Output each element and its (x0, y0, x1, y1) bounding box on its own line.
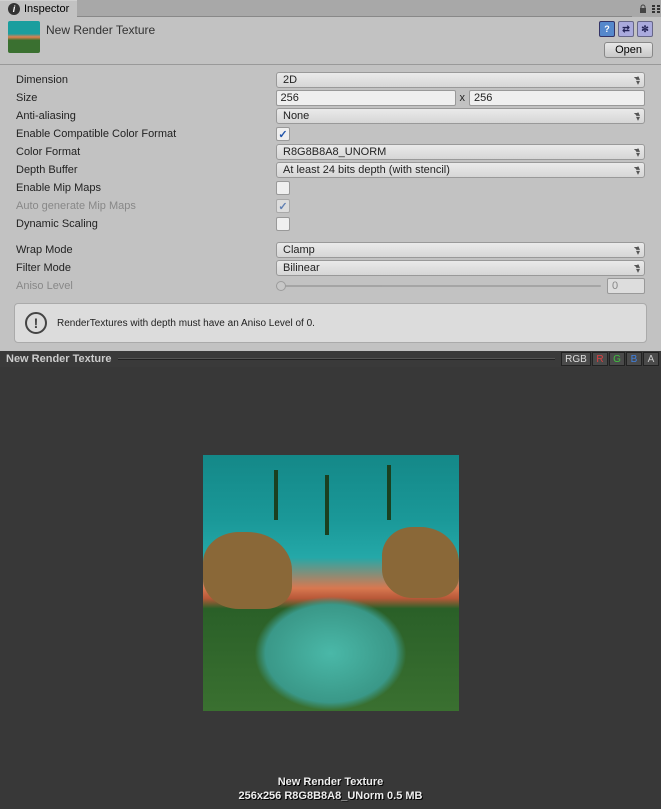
preview-footer-info: 256x256 R8G8B8A8_UNorm 0.5 MB (0, 789, 661, 803)
preview-area: New Render Texture 256x256 R8G8B8A8_UNor… (0, 367, 661, 809)
size-sep: x (460, 92, 466, 104)
channel-buttons: RGB R G B A (561, 352, 659, 366)
divider (0, 64, 661, 65)
dynamic-scaling-row: Dynamic Scaling (4, 215, 657, 233)
channel-a-button[interactable]: A (643, 352, 659, 366)
inspector-tab[interactable]: i Inspector (0, 0, 77, 17)
enable-mip-row: Enable Mip Maps (4, 179, 657, 197)
open-button[interactable]: Open (604, 42, 653, 58)
dimension-dropdown[interactable]: 2D▴▾ (276, 72, 645, 88)
size-label: Size (16, 92, 276, 104)
enable-compat-row: Enable Compatible Color Format (4, 125, 657, 143)
settings-icon[interactable]: ✼ (637, 21, 653, 37)
dynamic-scaling-label: Dynamic Scaling (16, 218, 276, 230)
panel-menu-icon[interactable] (652, 5, 655, 13)
wrap-mode-label: Wrap Mode (16, 244, 276, 256)
filter-mode-dropdown[interactable]: Bilinear▴▾ (276, 260, 645, 276)
channel-b-button[interactable]: B (626, 352, 642, 366)
info-text: RenderTextures with depth must have an A… (57, 318, 315, 329)
antialiasing-label: Anti-aliasing (16, 110, 276, 122)
wrap-mode-row: Wrap Mode Clamp▴▾ (4, 241, 657, 259)
preview-title: New Render Texture (2, 353, 112, 365)
help-icon[interactable]: ? (599, 21, 615, 37)
wrap-mode-dropdown[interactable]: Clamp▴▾ (276, 242, 645, 258)
aniso-label: Aniso Level (16, 280, 276, 292)
properties-panel: Dimension 2D▴▾ Size x Anti-aliasing None… (0, 71, 661, 295)
depth-buffer-row: Depth Buffer At least 24 bits depth (wit… (4, 161, 657, 179)
channel-g-button[interactable]: G (609, 352, 625, 366)
aniso-value (607, 278, 645, 294)
size-height-input[interactable] (469, 90, 645, 106)
enable-compat-label: Enable Compatible Color Format (16, 128, 276, 140)
dimension-label: Dimension (16, 74, 276, 86)
antialiasing-dropdown[interactable]: None▴▾ (276, 108, 645, 124)
asset-header: New Render Texture ? ⇄ ✼ Open (0, 17, 661, 62)
preset-icon[interactable]: ⇄ (618, 21, 634, 37)
filter-mode-label: Filter Mode (16, 262, 276, 274)
depth-buffer-label: Depth Buffer (16, 164, 276, 176)
enable-mip-checkbox[interactable] (276, 181, 290, 195)
warning-icon: ! (25, 312, 47, 334)
aniso-row: Aniso Level (4, 277, 657, 295)
tab-spacer (77, 0, 632, 17)
depth-buffer-dropdown[interactable]: At least 24 bits depth (with stencil)▴▾ (276, 162, 645, 178)
preview-drag-line[interactable] (118, 358, 555, 360)
tab-controls (632, 0, 661, 17)
channel-r-button[interactable]: R (592, 352, 608, 366)
size-row: Size x (4, 89, 657, 107)
tab-bar: i Inspector (0, 0, 661, 17)
dynamic-scaling-checkbox[interactable] (276, 217, 290, 231)
color-format-dropdown[interactable]: R8G8B8A8_UNORM▴▾ (276, 144, 645, 160)
tab-title: Inspector (24, 3, 69, 15)
auto-gen-mip-checkbox (276, 199, 290, 213)
auto-gen-mip-row: Auto generate Mip Maps (4, 197, 657, 215)
filter-mode-row: Filter Mode Bilinear▴▾ (4, 259, 657, 277)
auto-gen-mip-label: Auto generate Mip Maps (16, 200, 276, 212)
enable-compat-checkbox[interactable] (276, 127, 290, 141)
channel-rgb-button[interactable]: RGB (561, 352, 591, 366)
asset-name[interactable]: New Render Texture (46, 21, 593, 37)
info-box: ! RenderTextures with depth must have an… (14, 303, 647, 343)
enable-mip-label: Enable Mip Maps (16, 182, 276, 194)
lock-icon[interactable] (638, 4, 648, 14)
aniso-slider (276, 279, 601, 293)
preview-footer: New Render Texture 256x256 R8G8B8A8_UNor… (0, 775, 661, 803)
size-width-input[interactable] (276, 90, 456, 106)
color-format-label: Color Format (16, 146, 276, 158)
header-icons: ? ⇄ ✼ (599, 21, 653, 37)
preview-header: New Render Texture RGB R G B A (0, 351, 661, 367)
info-icon: i (8, 3, 20, 15)
asset-thumbnail-icon (8, 21, 40, 53)
color-format-row: Color Format R8G8B8A8_UNORM▴▾ (4, 143, 657, 161)
preview-footer-name: New Render Texture (0, 775, 661, 789)
texture-preview-icon (203, 455, 459, 711)
dimension-row: Dimension 2D▴▾ (4, 71, 657, 89)
antialiasing-row: Anti-aliasing None▴▾ (4, 107, 657, 125)
